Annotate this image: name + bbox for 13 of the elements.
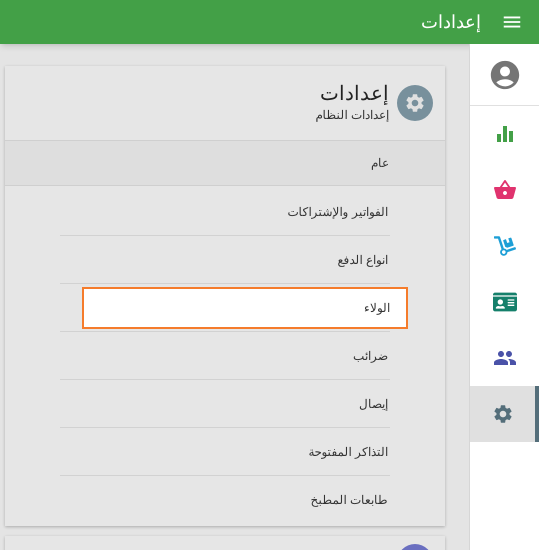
settings-item[interactable]: الفواتير والإشتراكات	[60, 190, 390, 232]
settings-item[interactable]: الولاء	[82, 286, 408, 328]
card-subtitle: إعدادات النظام	[316, 107, 389, 124]
settings-item[interactable]: انواع الدفع	[60, 238, 390, 280]
settings-item[interactable]: طابعات المطبخ	[60, 479, 390, 521]
sidebar-item[interactable]	[470, 386, 539, 442]
settings-avatar-icon	[397, 85, 433, 121]
settings-item[interactable]: ضرائب	[60, 334, 390, 376]
section-header: عام	[5, 140, 445, 186]
settings-item[interactable]: التذاكر المفتوحة	[60, 430, 390, 472]
settings-item[interactable]: إيصال	[60, 382, 390, 424]
card-title: إعدادات	[319, 82, 389, 106]
page-title: إعدادات	[421, 10, 481, 34]
